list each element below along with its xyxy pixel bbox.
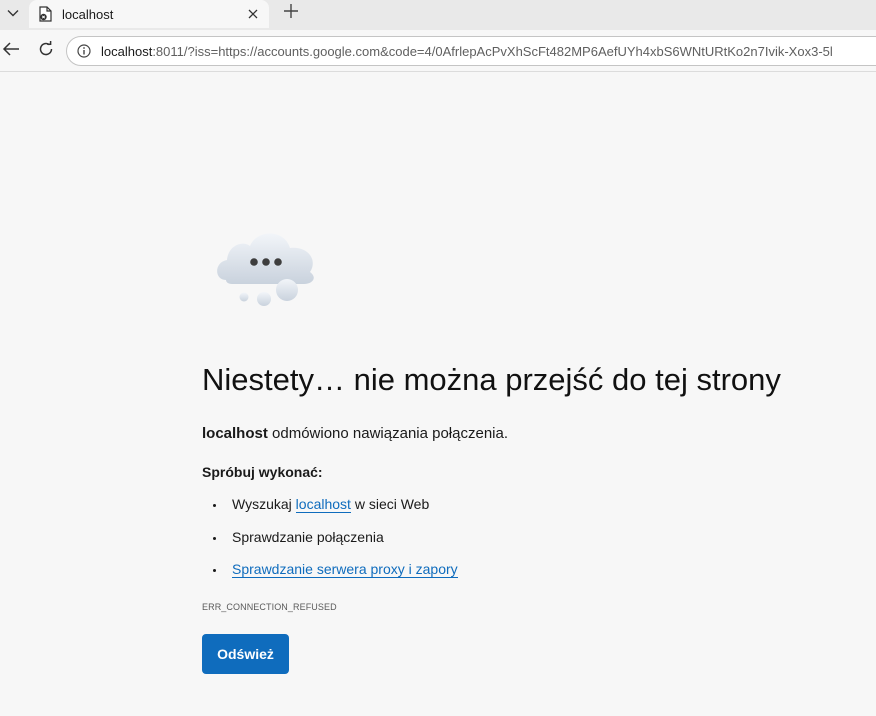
error-description: localhost odmówiono nawiązania połączeni…	[202, 425, 508, 442]
suggestions-title: Spróbuj wykonać:	[202, 464, 323, 480]
back-button[interactable]	[0, 39, 22, 63]
suggestion-search: Wyszukaj localhost w sieci Web	[202, 496, 458, 529]
plus-icon	[284, 3, 298, 23]
page-title: Niestety… nie można przejść do tej stron…	[202, 362, 781, 397]
suggestion-check-connection: Sprawdzanie połączenia	[202, 529, 458, 562]
address-host: localhost	[101, 43, 153, 59]
error-host: localhost	[202, 425, 268, 442]
address-url[interactable]: localhost:8011/?iss=https://accounts.goo…	[101, 44, 833, 59]
error-message: odmówiono nawiązania połączenia.	[267, 425, 509, 442]
reload-icon	[38, 40, 54, 62]
suggestion-check-proxy: Sprawdzanie serwera proxy i zapory	[202, 561, 458, 594]
cloud-icon	[212, 226, 320, 310]
search-localhost-link[interactable]: localhost	[295, 496, 351, 513]
arrow-left-icon	[2, 41, 20, 62]
browser-toolbar: localhost:8011/?iss=https://accounts.goo…	[0, 30, 876, 72]
close-icon[interactable]	[243, 4, 263, 24]
address-rest: :8011/?iss=https://accounts.google.com&c…	[152, 43, 833, 59]
reload-button[interactable]	[34, 39, 58, 63]
new-tab-button[interactable]	[279, 1, 303, 25]
tab-strip: localhost	[0, 0, 876, 30]
tab-title: localhost	[62, 6, 114, 22]
suggestion-check-connection-text: Sprawdzanie połączenia	[232, 528, 384, 545]
suggestion-search-after: w sieci Web	[350, 496, 430, 512]
refresh-button[interactable]: Odśwież	[202, 634, 289, 674]
suggestions-list: Wyszukaj localhost w sieci Web Sprawdzan…	[202, 496, 458, 594]
tab-actions-menu-button[interactable]	[0, 0, 26, 26]
suggestion-search-before: Wyszukaj	[232, 496, 296, 512]
page-error-icon	[37, 6, 53, 22]
address-bar[interactable]: localhost:8011/?iss=https://accounts.goo…	[66, 36, 876, 66]
tab-localhost[interactable]: localhost	[29, 0, 269, 28]
info-icon[interactable]	[76, 43, 92, 59]
chevron-down-icon	[7, 4, 19, 22]
error-code: ERR_CONNECTION_REFUSED	[202, 602, 337, 612]
check-proxy-firewall-link[interactable]: Sprawdzanie serwera proxy i zapory	[232, 561, 458, 578]
